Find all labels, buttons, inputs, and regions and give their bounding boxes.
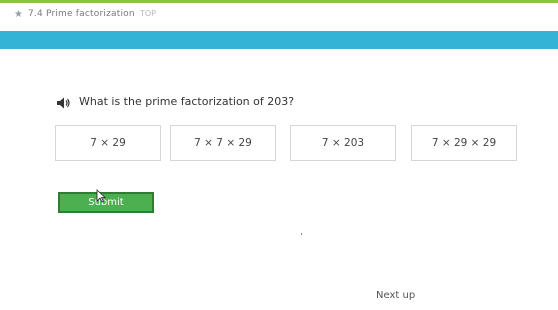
lesson-title[interactable]: 7.4 Prime factorization	[28, 9, 135, 19]
lesson-status: TOP	[140, 9, 157, 18]
choice-2[interactable]: 7 × 7 × 29	[170, 125, 276, 161]
question-text: What is the prime factorization of 203?	[79, 95, 295, 108]
choice-3[interactable]: 7 × 203	[290, 125, 396, 161]
header-band	[0, 31, 558, 49]
stray-mark	[301, 233, 302, 235]
submit-button[interactable]: Submit	[58, 192, 154, 213]
speaker-icon[interactable]	[55, 94, 73, 112]
exercise-card	[28, 49, 558, 310]
star-icon[interactable]: ★	[14, 9, 23, 20]
lesson-header: ★ 7.4 Prime factorization TOP	[0, 3, 558, 31]
choice-1[interactable]: 7 × 29	[55, 125, 161, 161]
choice-4[interactable]: 7 × 29 × 29	[411, 125, 517, 161]
mouse-cursor-icon	[96, 189, 106, 203]
next-up-label[interactable]: Next up	[376, 290, 415, 301]
